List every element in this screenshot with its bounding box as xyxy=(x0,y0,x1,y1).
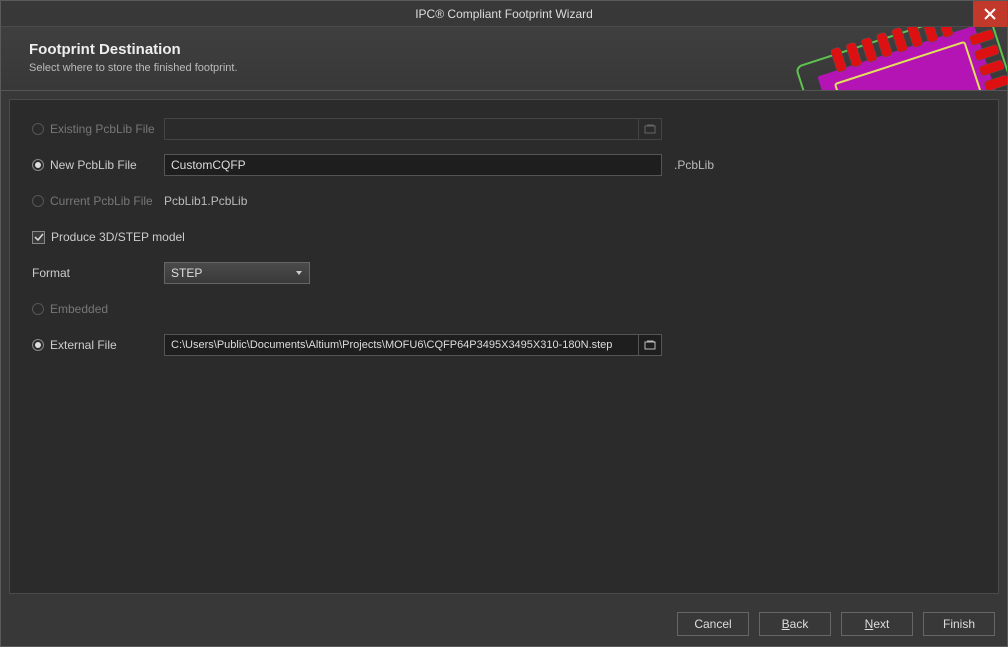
close-button[interactable] xyxy=(973,1,1007,27)
radio-external-file[interactable] xyxy=(32,339,44,351)
browse-existing-pcblib xyxy=(638,118,662,140)
radio-new-pcblib[interactable] xyxy=(32,159,44,171)
value-current-pcblib: PcbLib1.PcbLib xyxy=(164,194,247,208)
row-external-file: External File xyxy=(32,334,976,356)
label-new-pcblib: New PcbLib File xyxy=(50,158,137,172)
titlebar: IPC® Compliant Footprint Wizard xyxy=(1,1,1007,27)
input-external-path[interactable] xyxy=(164,334,638,356)
row-new-pcblib: New PcbLib File .PcbLib xyxy=(32,154,976,176)
radio-embedded[interactable] xyxy=(32,303,44,315)
checkbox-produce-3d[interactable] xyxy=(32,231,45,244)
label-existing-pcblib: Existing PcbLib File xyxy=(50,122,155,136)
label-current-pcblib: Current PcbLib File xyxy=(50,194,153,208)
close-icon xyxy=(984,8,996,20)
content-panel: Existing PcbLib File New PcbLib File .Pc… xyxy=(9,99,999,594)
select-format[interactable]: STEP xyxy=(164,262,310,284)
label-embedded: Embedded xyxy=(50,302,108,316)
radio-current-pcblib[interactable] xyxy=(32,195,44,207)
browse-external-file[interactable] xyxy=(638,334,662,356)
browse-icon xyxy=(644,340,656,350)
wizard-window: IPC® Compliant Footprint Wizard Footprin… xyxy=(0,0,1008,647)
page-subtitle: Select where to store the finished footp… xyxy=(29,62,979,74)
browse-icon xyxy=(644,124,656,134)
next-button[interactable]: Next xyxy=(841,612,913,636)
select-format-value: STEP xyxy=(171,266,202,280)
label-format: Format xyxy=(32,266,70,280)
chevron-down-icon xyxy=(295,269,303,277)
back-button[interactable]: Back xyxy=(759,612,831,636)
row-embedded: Embedded xyxy=(32,298,976,320)
wizard-footer: Cancel Back Next Finish xyxy=(1,602,1007,646)
finish-button[interactable]: Finish xyxy=(923,612,995,636)
window-title: IPC® Compliant Footprint Wizard xyxy=(415,7,593,21)
input-existing-pcblib xyxy=(164,118,638,140)
checkmark-icon xyxy=(34,232,44,242)
row-format: Format STEP xyxy=(32,262,976,284)
radio-existing-pcblib[interactable] xyxy=(32,123,44,135)
wizard-header: Footprint Destination Select where to st… xyxy=(1,27,1007,91)
label-external-file: External File xyxy=(50,338,117,352)
input-new-pcblib[interactable] xyxy=(164,154,662,176)
label-produce-3d: Produce 3D/STEP model xyxy=(51,230,185,244)
row-current-pcblib: Current PcbLib File PcbLib1.PcbLib xyxy=(32,190,976,212)
row-existing-pcblib: Existing PcbLib File xyxy=(32,118,976,140)
row-produce-3d: Produce 3D/STEP model xyxy=(32,226,976,248)
page-title: Footprint Destination xyxy=(29,41,979,58)
pcb-graphic xyxy=(767,27,1007,91)
cancel-button[interactable]: Cancel xyxy=(677,612,749,636)
suffix-new-pcblib: .PcbLib xyxy=(674,158,714,172)
